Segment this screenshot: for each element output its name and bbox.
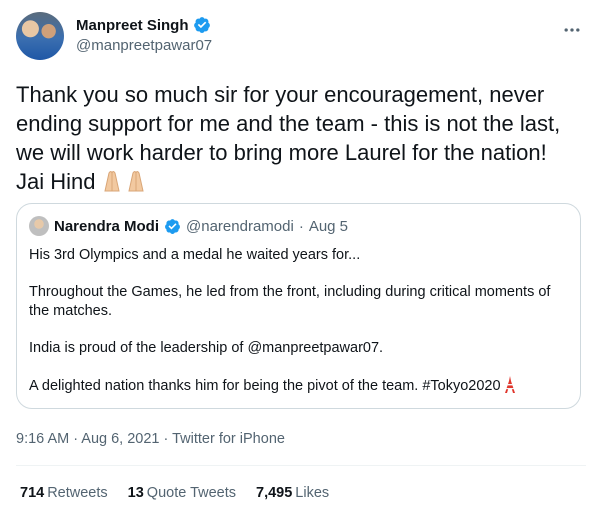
engagement-stats: 714 Retweets 13 Quote Tweets 7,495 Likes <box>20 485 329 501</box>
quoted-author-avatar <box>29 216 49 236</box>
quoted-paragraph: India is proud of the leadership of @man… <box>29 340 384 356</box>
tokyo-tower-icon <box>504 376 516 399</box>
retweets-stat[interactable]: 714 Retweets <box>20 485 108 501</box>
quoted-tweet-header: Narendra Modi @narendramodi · Aug 5 <box>29 216 348 236</box>
likes-count: 7,495 <box>256 485 293 501</box>
quoted-author-name: Narendra Modi <box>54 217 160 235</box>
author-block: Manpreet Singh @manpreetpawar07 <box>76 16 212 55</box>
more-options-icon[interactable] <box>562 20 582 40</box>
likes-label: Likes <box>295 485 330 501</box>
quoted-author-handle: @narendramodi <box>186 217 294 235</box>
retweets-label: Retweets <box>47 485 108 501</box>
quoted-paragraph: A delighted nation thanks him for being … <box>29 378 501 394</box>
quoted-tweet-body: His 3rd Olympics and a medal he waited y… <box>29 246 564 417</box>
tweet-card: Manpreet Singh @manpreetpawar07 Thank yo… <box>0 0 595 517</box>
author-avatar[interactable] <box>16 12 64 60</box>
verified-badge-icon <box>165 218 180 234</box>
verified-badge-icon <box>193 17 210 33</box>
quote-tweets-count: 13 <box>127 485 144 501</box>
tweet-body: Thank you so much sir for your encourage… <box>16 80 576 200</box>
author-handle[interactable]: @manpreetpawar07 <box>76 37 212 54</box>
divider <box>16 465 586 466</box>
likes-stat[interactable]: 7,495 Likes <box>256 485 329 501</box>
folded-hands-icon <box>99 169 151 200</box>
author-name[interactable]: Manpreet Singh <box>76 17 189 34</box>
quote-tweets-label: Quote Tweets <box>146 485 236 501</box>
quoted-tweet[interactable]: Narendra Modi @narendramodi · Aug 5 His … <box>16 203 581 409</box>
quoted-paragraph: Throughout the Games, he led from the fr… <box>29 284 551 319</box>
quoted-paragraph: His 3rd Olympics and a medal he waited y… <box>29 247 361 263</box>
tweet-timestamp[interactable]: 9:16 AM · Aug 6, 2021 · Twitter for iPho… <box>16 431 285 447</box>
quoted-date: Aug 5 <box>308 217 349 235</box>
quoted-paragraph-last: A delighted nation thanks him for being … <box>29 376 564 399</box>
quote-tweets-stat[interactable]: 13 Quote Tweets <box>128 485 236 501</box>
author-name-row: Manpreet Singh <box>76 16 212 34</box>
tweet-text: Thank you so much sir for your encourage… <box>16 82 561 194</box>
tweet-header: Manpreet Singh @manpreetpawar07 <box>16 12 586 62</box>
quoted-separator: · <box>298 217 304 235</box>
retweets-count: 714 <box>20 485 45 501</box>
